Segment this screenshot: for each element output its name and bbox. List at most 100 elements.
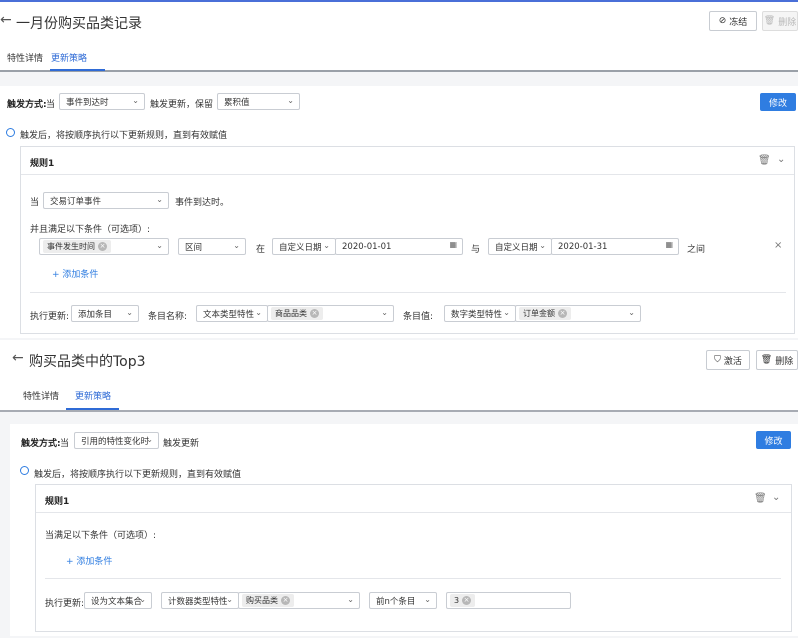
chevron-down-icon: ⌄ (255, 308, 262, 317)
trash-icon[interactable]: 🗑 (754, 493, 767, 504)
range-select-value: 区间 (185, 242, 203, 253)
close-icon[interactable]: × (558, 309, 567, 318)
add-condition-button[interactable]: + 添加条件 (52, 267, 98, 280)
item-name-field-select[interactable]: 商品品类 × ⌄ (267, 305, 394, 322)
and-label: 与 (471, 245, 481, 255)
item-value-label: 条目值: (403, 312, 434, 322)
plus-icon: + (66, 557, 77, 567)
chevron-down-icon: ⌄ (424, 595, 431, 604)
add-condition-label: 添加条件 (62, 270, 99, 280)
add-condition-button[interactable]: + 添加条件 (66, 554, 112, 567)
exec-select[interactable]: 添加条目 ⌄ (71, 305, 139, 322)
tab-update-strategy[interactable]: 更新策略 (51, 51, 87, 64)
chevron-down-icon: ⌄ (233, 241, 240, 250)
chevron-down-icon[interactable]: ⌄ (777, 154, 785, 165)
trigger-when: 当 (46, 100, 56, 110)
date-2-value: 2020-01-31 (558, 241, 608, 252)
delete-label: 删除 (778, 17, 797, 28)
close-icon[interactable]: × (774, 240, 782, 251)
trigger-mid-text: 触发更新 (163, 439, 200, 449)
section-2-header: ← 购买品类中的Top3 ⛉ 激活 🗑 删除 特性详情 更新策略 (0, 340, 798, 412)
chevron-down-icon: ⌄ (381, 308, 388, 317)
counter-field-select[interactable]: 购买品类 × ⌄ (238, 592, 360, 609)
freeze-button[interactable]: ⊘ 冻结 (709, 11, 757, 31)
rule-card: 规则1 🗑 ⌄ 当满足以下条件（可选项）: + 添加条件 执行更新: 设为文本集… (35, 484, 792, 632)
between-label: 之间 (687, 245, 706, 255)
n-tag-label: 3 (454, 596, 460, 605)
edit-button[interactable]: 修改 (760, 93, 796, 111)
calendar-icon: ▦ (449, 240, 457, 249)
close-icon[interactable]: × (98, 242, 107, 251)
keep-select[interactable]: 累积值 ⌄ (217, 93, 300, 110)
trigger-select[interactable]: 事件到达时 ⌄ (59, 93, 145, 110)
item-value-tag-label: 订单金额 (523, 309, 555, 318)
chevron-down-icon: ⌄ (347, 595, 354, 604)
exec-label: 执行更新: (45, 599, 85, 609)
event-select[interactable]: 交易订单事件 ⌄ (43, 192, 169, 209)
topn-select-value: 前n个条目 (376, 596, 416, 607)
topn-select[interactable]: 前n个条目 ⌄ (369, 592, 437, 609)
item-name-type-select[interactable]: 文本类型特性 ⌄ (196, 305, 268, 322)
range-select[interactable]: 区间 ⌄ (178, 238, 246, 255)
counter-tag-label: 购买品类 (246, 596, 278, 605)
chevron-down-icon: ⌄ (146, 435, 153, 444)
event-suffix: 事件到达时。 (175, 198, 230, 208)
custom-date-select-2[interactable]: 自定义日期 ⌄ (488, 238, 552, 255)
exec-label: 执行更新: (30, 312, 70, 322)
close-icon[interactable]: × (281, 596, 290, 605)
chevron-down-icon: ⌄ (323, 241, 330, 250)
exec-select[interactable]: 设为文本集合 ⌄ (84, 592, 152, 609)
chevron-down-icon: ⌄ (226, 595, 233, 604)
tab-feature-detail[interactable]: 特性详情 (7, 51, 43, 64)
condition-label: 并且满足以下条件（可选项）: (30, 225, 151, 235)
divider (30, 292, 786, 293)
close-icon[interactable]: × (310, 309, 319, 318)
chevron-down-icon: ⌄ (156, 195, 163, 204)
condition-field-select[interactable]: 事件发生时间 × ⌄ (39, 238, 169, 255)
item-name-type-value: 文本类型特性 (203, 309, 255, 320)
date-input-2[interactable]: 2020-01-31 ▦ (551, 238, 679, 255)
custom-date-1-value: 自定义日期 (279, 242, 322, 253)
chevron-down-icon[interactable]: ⌄ (772, 492, 780, 503)
item-value-field-select[interactable]: 订单金额 × ⌄ (515, 305, 641, 322)
back-arrow-icon[interactable]: ← (0, 12, 12, 28)
active-tab-indicator (50, 69, 105, 71)
activate-button[interactable]: ⛉ 激活 (706, 350, 750, 370)
exec-select-value: 设为文本集合 (91, 596, 143, 607)
date-input-1[interactable]: 2020-01-01 ▦ (335, 238, 463, 255)
page-title: 一月份购买品类记录 (16, 16, 142, 32)
close-icon[interactable]: × (462, 596, 472, 605)
trash-icon: 🗑 (760, 355, 773, 365)
tab-update-strategy[interactable]: 更新策略 (75, 389, 111, 402)
rule-header: 规则1 🗑 ⌄ (21, 147, 794, 175)
delete-button[interactable]: 🗑 删除 (762, 11, 798, 31)
trigger-label: 触发方式: (7, 100, 47, 110)
back-arrow-icon[interactable]: ← (12, 350, 24, 366)
counter-tag: 购买品类 × (242, 594, 294, 607)
condition-tag-label: 事件发生时间 (47, 242, 95, 251)
strategy-panel: 触发方式: 当 事件到达时 ⌄ 触发更新，保留 累积值 ⌄ 修改 触发后，将按顺序执… (0, 86, 798, 338)
chevron-down-icon: ⌄ (539, 241, 546, 250)
rule-header: 规则1 🗑 ⌄ (36, 485, 791, 513)
tab-feature-detail[interactable]: 特性详情 (23, 389, 59, 402)
n-input[interactable]: 3 × (446, 592, 571, 609)
item-value-type-select[interactable]: 数字类型特性 ⌄ (444, 305, 516, 322)
activate-label: 激活 (723, 356, 742, 367)
in-label: 在 (256, 245, 266, 255)
edit-button[interactable]: 修改 (756, 431, 791, 449)
date-1-value: 2020-01-01 (342, 241, 392, 252)
delete-button[interactable]: 🗑 删除 (756, 350, 798, 370)
radio-text: 触发后，将按顺序执行以下更新规则，直到有效赋值 (34, 470, 242, 480)
trigger-select[interactable]: 引用的特性变化时 ⌄ (74, 432, 159, 449)
trash-icon[interactable]: 🗑 (758, 155, 771, 166)
condition-tag: 事件发生时间 × (43, 240, 111, 253)
counter-type-select[interactable]: 计数器类型特性 ⌄ (161, 592, 239, 609)
chevron-down-icon: ⌄ (126, 308, 133, 317)
item-value-type-value: 数字类型特性 (451, 309, 503, 320)
radio-icon[interactable] (6, 128, 15, 137)
radio-text: 触发后，将按顺序执行以下更新规则，直到有效赋值 (20, 131, 228, 141)
chevron-down-icon: ⌄ (139, 595, 146, 604)
custom-date-select-1[interactable]: 自定义日期 ⌄ (272, 238, 336, 255)
radio-icon[interactable] (20, 466, 29, 475)
trigger-select-value: 事件到达时 (66, 97, 109, 108)
